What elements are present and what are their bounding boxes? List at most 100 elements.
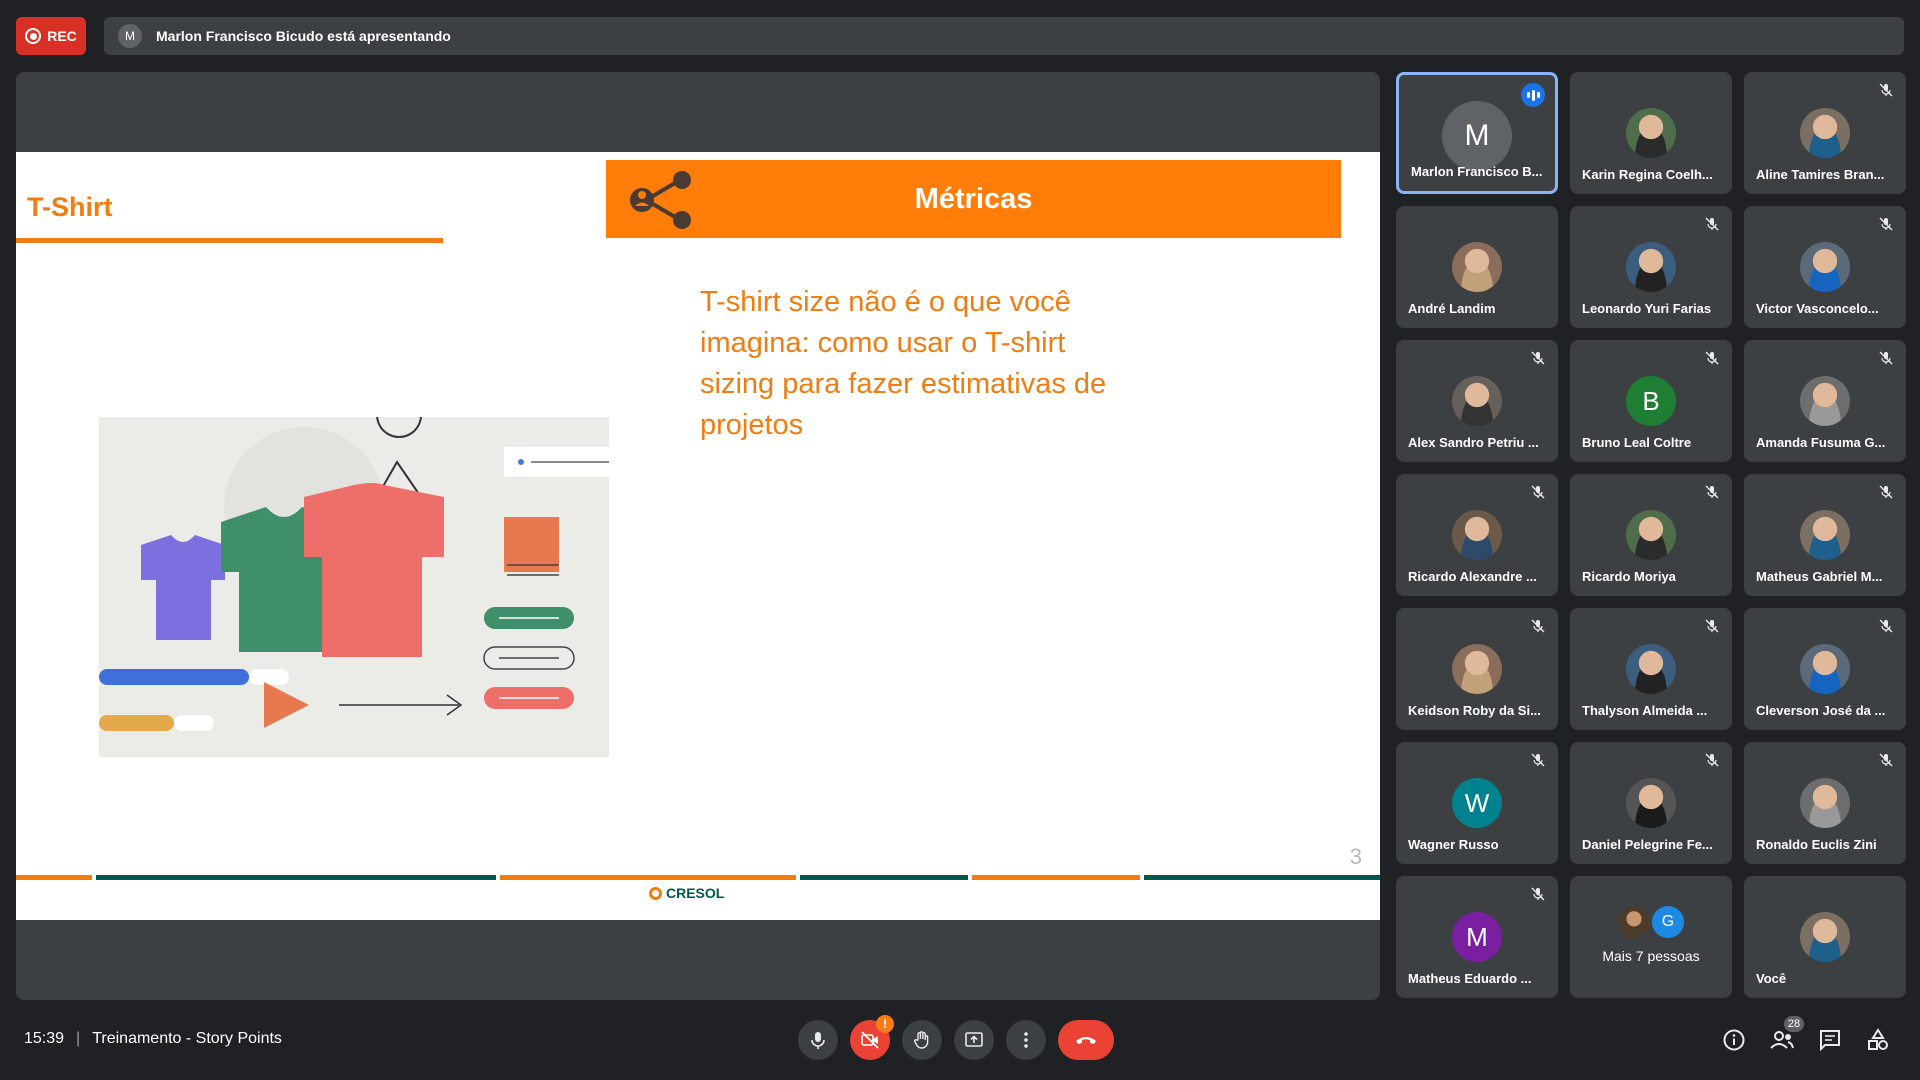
- participant-name: Daniel Pelegrine Fe...: [1582, 837, 1713, 852]
- avatar: B: [1626, 376, 1676, 426]
- mic-off-icon: [1879, 485, 1893, 499]
- participant-tile[interactable]: B Bruno Leal Coltre: [1570, 340, 1732, 462]
- meeting-details-button[interactable]: [1718, 1024, 1750, 1056]
- more-people-label: Mais 7 pessoas: [1602, 948, 1700, 964]
- tshirt-sizes-image: [99, 392, 609, 731]
- participant-tile[interactable]: Ricardo Alexandre ...: [1396, 474, 1558, 596]
- presentation-stage[interactable]: T-Shirt Métricas T-shirt size não é o qu…: [16, 72, 1380, 1000]
- participant-name: Matheus Eduardo ...: [1408, 971, 1532, 986]
- more-people-avatars: G: [1618, 906, 1684, 938]
- cresol-brand: CRESOL: [666, 885, 725, 901]
- present-icon: [965, 1032, 983, 1047]
- participant-tile[interactable]: Alex Sandro Petriu ...: [1396, 340, 1558, 462]
- camera-button[interactable]: !: [850, 1015, 894, 1060]
- avatar: [1800, 376, 1850, 426]
- present-screen-button[interactable]: [954, 1020, 994, 1060]
- avatar: [1800, 912, 1850, 962]
- meeting-info: 15:39 | Treinamento - Story Points: [24, 1030, 282, 1048]
- more-vert-icon: [1024, 1032, 1028, 1048]
- participant-name: Marlon Francisco B...: [1411, 164, 1543, 179]
- participant-tile[interactable]: Ronaldo Euclis Zini: [1744, 742, 1906, 864]
- camera-off-icon: [861, 1031, 879, 1049]
- more-options-button[interactable]: [1006, 1020, 1046, 1060]
- participant-name: Bruno Leal Coltre: [1582, 435, 1692, 450]
- participant-name: Amanda Fusuma G...: [1756, 435, 1886, 450]
- recording-indicator: REC: [16, 17, 86, 55]
- participant-tile[interactable]: Karin Regina Coelh...: [1570, 72, 1732, 194]
- mic-off-icon: [1879, 83, 1893, 97]
- participant-name: Você: [1756, 971, 1787, 986]
- participant-name: Leonardo Yuri Farias: [1582, 301, 1712, 316]
- participant-name: Keidson Roby da Si...: [1408, 703, 1541, 718]
- participant-name: Karin Regina Coelh...: [1582, 167, 1713, 182]
- mic-off-icon: [1705, 619, 1719, 633]
- mic-off-icon: [1531, 485, 1545, 499]
- leave-call-button[interactable]: [1058, 1020, 1114, 1060]
- avatar: [1452, 376, 1502, 426]
- participant-tile[interactable]: Cleverson José da ...: [1744, 608, 1906, 730]
- avatar: [1452, 644, 1502, 694]
- participant-tile[interactable]: Keidson Roby da Si...: [1396, 608, 1558, 730]
- participant-tile[interactable]: Victor Vasconcelo...: [1744, 206, 1906, 328]
- avatar: [1626, 778, 1676, 828]
- participant-tile[interactable]: G Mais 7 pessoas: [1570, 876, 1732, 998]
- mic-off-icon: [1705, 485, 1719, 499]
- people-button[interactable]: 28: [1766, 1016, 1804, 1056]
- camera-warning-badge: !: [876, 1015, 894, 1033]
- avatar: M: [1452, 912, 1502, 962]
- presenter-avatar: M: [118, 24, 142, 48]
- clock-time: 15:39: [24, 1030, 65, 1047]
- participant-tile[interactable]: Você: [1744, 876, 1906, 998]
- participant-name: Aline Tamires Bran...: [1756, 167, 1885, 182]
- mic-off-icon: [1705, 217, 1719, 231]
- banner-label: Métricas: [914, 182, 1033, 215]
- meeting-title: Treinamento - Story Points: [92, 1030, 282, 1047]
- participant-tile[interactable]: Thalyson Almeida ...: [1570, 608, 1732, 730]
- presenting-banner: M Marlon Francisco Bicudo está apresenta…: [104, 17, 1904, 55]
- presenting-text: Marlon Francisco Bicudo está apresentand…: [156, 28, 451, 44]
- rec-label: REC: [47, 28, 77, 44]
- avatar: [1452, 510, 1502, 560]
- participant-name: Ricardo Alexandre ...: [1408, 569, 1537, 584]
- mic-off-icon: [1879, 619, 1893, 633]
- avatar: [1626, 108, 1676, 158]
- record-icon: [25, 28, 42, 44]
- participant-name: Cleverson José da ...: [1756, 703, 1886, 718]
- participant-name: Ronaldo Euclis Zini: [1756, 837, 1877, 852]
- avatar: [1452, 242, 1502, 292]
- participant-name: Victor Vasconcelo...: [1756, 301, 1879, 316]
- activities-button[interactable]: [1862, 1024, 1894, 1056]
- participant-count-badge: 28: [1784, 1016, 1804, 1032]
- cresol-logo: CRESOL: [649, 885, 724, 901]
- hang-up-icon: [1076, 1037, 1096, 1044]
- title-underline: [16, 238, 443, 243]
- avatar: [1800, 242, 1850, 292]
- avatar: W: [1452, 778, 1502, 828]
- raise-hand-button[interactable]: [902, 1020, 942, 1060]
- activities-icon: [1868, 1028, 1888, 1050]
- participant-tile[interactable]: Leonardo Yuri Farias: [1570, 206, 1732, 328]
- participant-tile[interactable]: W Wagner Russo: [1396, 742, 1558, 864]
- participant-name: Wagner Russo: [1408, 837, 1499, 852]
- participant-tile[interactable]: Amanda Fusuma G...: [1744, 340, 1906, 462]
- avatar: M: [1442, 101, 1512, 171]
- participant-tile[interactable]: André Landim: [1396, 206, 1558, 328]
- chat-button[interactable]: [1814, 1024, 1846, 1056]
- mic-off-icon: [1879, 217, 1893, 231]
- mic-off-icon: [1879, 753, 1893, 767]
- slide-title: T-Shirt: [27, 192, 113, 222]
- mic-off-icon: [1879, 351, 1893, 365]
- info-icon: [1723, 1029, 1745, 1051]
- hand-icon: [913, 1031, 929, 1049]
- speaking-indicator-icon: [1521, 83, 1545, 107]
- mic-button[interactable]: [798, 1020, 838, 1060]
- participant-tile[interactable]: Ricardo Moriya: [1570, 474, 1732, 596]
- slide: T-Shirt Métricas T-shirt size não é o qu…: [16, 152, 1380, 920]
- slide-footer-stripe: [16, 875, 1380, 880]
- participant-tile[interactable]: M Matheus Eduardo ...: [1396, 876, 1558, 998]
- participant-tile[interactable]: Daniel Pelegrine Fe...: [1570, 742, 1732, 864]
- participant-tile[interactable]: M Marlon Francisco B...: [1396, 72, 1558, 194]
- participant-tile[interactable]: Aline Tamires Bran...: [1744, 72, 1906, 194]
- mic-off-icon: [1531, 619, 1545, 633]
- participant-tile[interactable]: Matheus Gabriel M...: [1744, 474, 1906, 596]
